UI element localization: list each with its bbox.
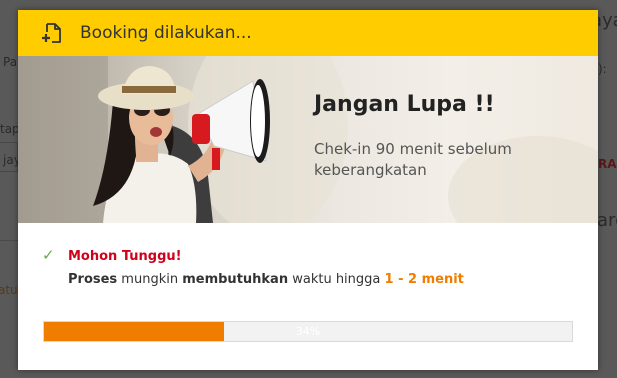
background-divider: [0, 240, 18, 241]
file-add-icon: [40, 21, 64, 45]
progress-bar: 34%: [43, 321, 573, 342]
banner-subtitle: Chek-in 90 menit sebelum keberangkatan: [314, 140, 512, 179]
check-icon: ✓: [42, 246, 55, 264]
status-title: Mohon Tunggu!: [68, 249, 182, 264]
modal-title: Booking dilakukan...: [80, 23, 252, 43]
status-message-part: mungkin: [117, 272, 183, 287]
status-duration: 1 - 2 menit: [384, 272, 464, 287]
background-text: ):: [598, 62, 607, 76]
status-message-part: membutuhkan: [182, 272, 289, 287]
banner-title: Jangan Lupa !!: [314, 92, 495, 117]
status-area: ✓ Mohon Tunggu! Proses mungkin membutuhk…: [18, 223, 598, 370]
background-text: Pa: [3, 55, 18, 69]
promo-banner: Jangan Lupa !! Chek-in 90 menit sebelum …: [18, 56, 598, 223]
status-message-part: waktu hingga: [288, 272, 385, 287]
progress-label: 34%: [295, 325, 321, 338]
modal-header: Booking dilakukan...: [18, 10, 598, 56]
background-text: atu: [0, 283, 18, 297]
background-text: RAS: [598, 157, 617, 171]
status-message-part: Proses: [68, 272, 118, 287]
status-message: Proses mungkin membutuhkan waktu hingga …: [68, 272, 464, 287]
background-text: arg: [597, 210, 617, 231]
booking-modal: Booking dilakukan... Jangan Lupa !! Chek…: [18, 10, 598, 370]
background-text: tap: [0, 122, 20, 136]
